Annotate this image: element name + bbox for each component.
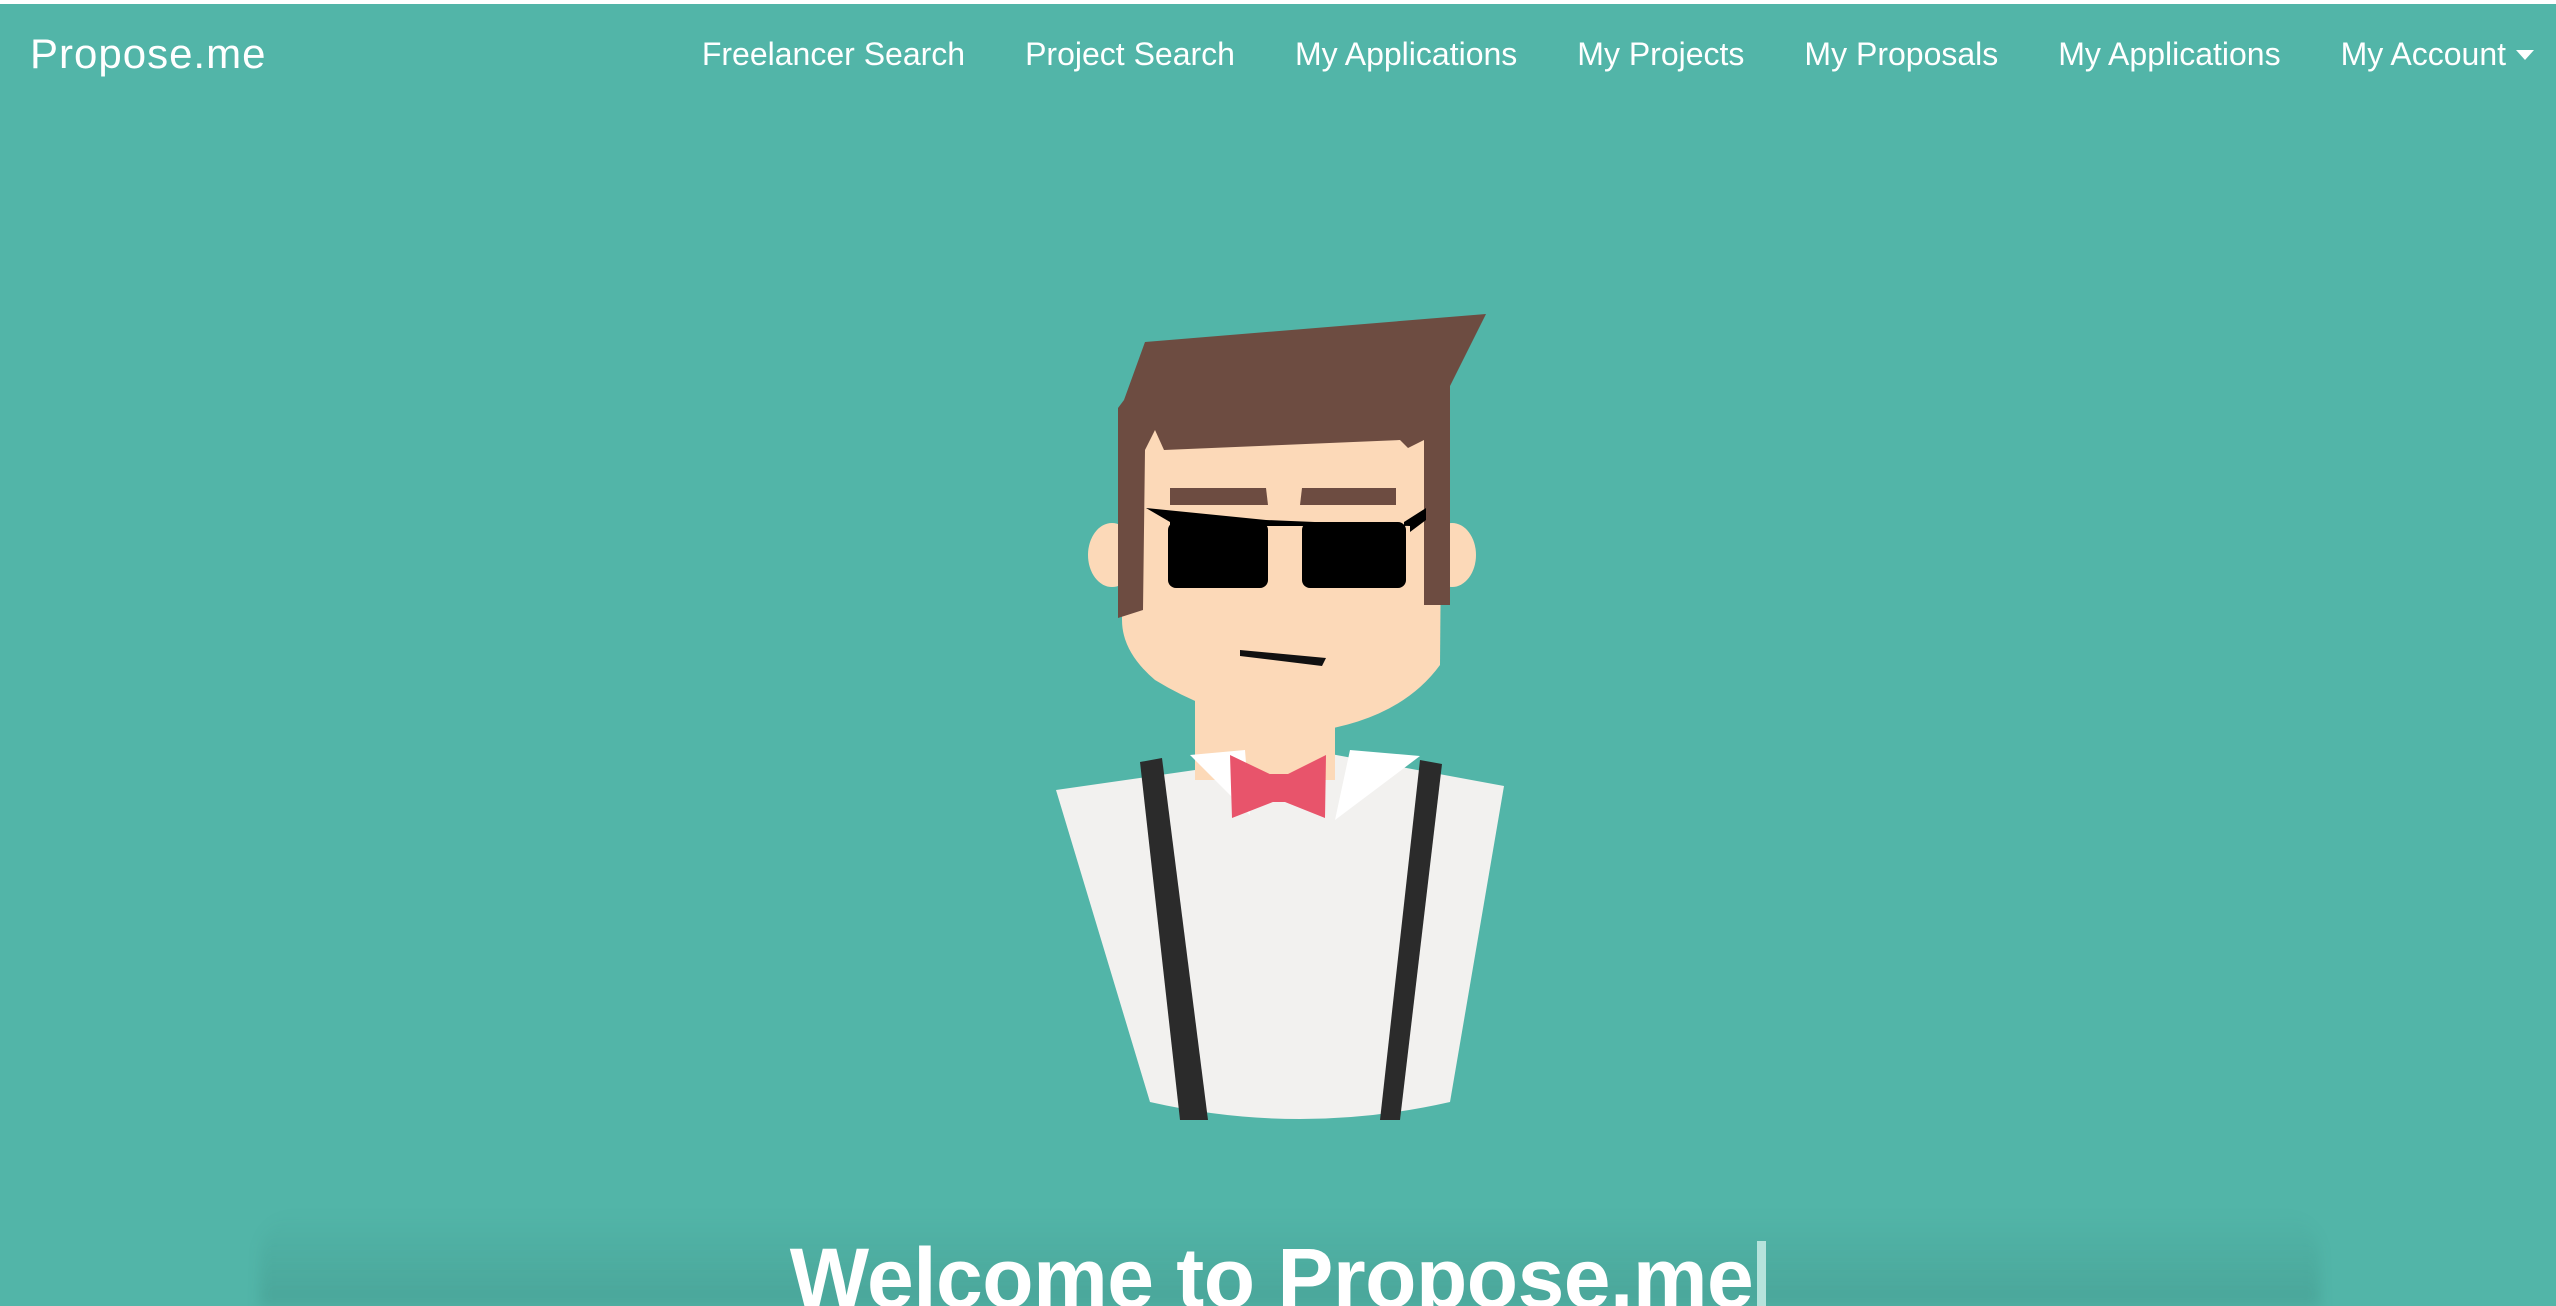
nav-item-my-proposals: My Proposals: [1804, 38, 1998, 70]
nav-item-project-search: Project Search: [1025, 38, 1235, 70]
caret-down-icon: [2516, 50, 2534, 60]
nav-item-my-projects: My Projects: [1577, 38, 1744, 70]
nav-link-my-proposals[interactable]: My Proposals: [1804, 36, 1998, 72]
typing-cursor: [1757, 1241, 1767, 1306]
hipster-avatar-illustration: [1056, 314, 1504, 1120]
brand-logo[interactable]: Propose.me: [30, 33, 266, 75]
top-navbar: Propose.me Freelancer Search Project Sea…: [0, 4, 2556, 104]
left-eyebrow: [1170, 488, 1268, 505]
right-eyebrow: [1300, 488, 1396, 505]
nav-menu: Freelancer Search Project Search My Appl…: [702, 38, 2534, 70]
nav-item-my-account: My Account: [2341, 38, 2534, 70]
nav-item-freelancer-search: Freelancer Search: [702, 38, 965, 70]
nav-link-freelancer-search[interactable]: Freelancer Search: [702, 36, 965, 72]
nav-item-my-applications-2: My Applications: [2058, 38, 2280, 70]
hero-headline: Welcome to Propose.me: [0, 1236, 2556, 1306]
nav-link-project-search[interactable]: Project Search: [1025, 36, 1235, 72]
nav-item-my-applications: My Applications: [1295, 38, 1517, 70]
nav-link-my-applications[interactable]: My Applications: [1295, 36, 1517, 72]
my-account-dropdown[interactable]: My Account: [2341, 38, 2534, 70]
hero-headline-text: Welcome to Propose.me: [789, 1231, 1754, 1306]
my-account-label: My Account: [2340, 36, 2506, 72]
nav-link-my-projects[interactable]: My Projects: [1577, 36, 1744, 72]
nav-link-my-applications-secondary[interactable]: My Applications: [2058, 36, 2280, 72]
